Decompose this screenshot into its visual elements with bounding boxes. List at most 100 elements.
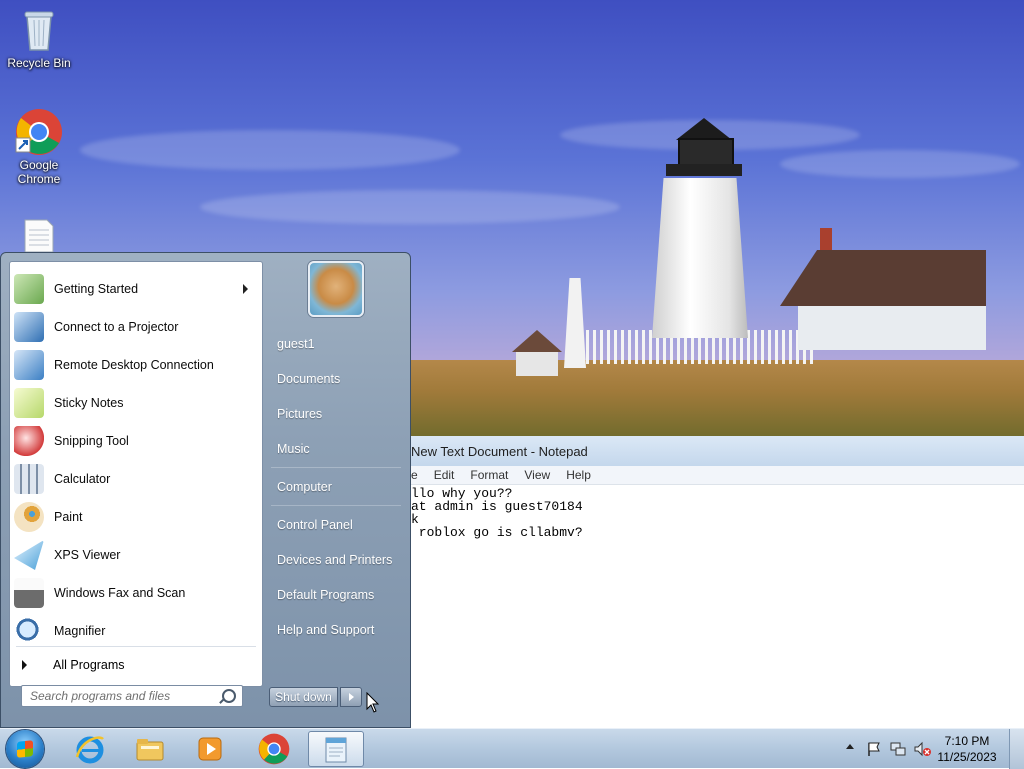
all-programs-label: All Programs — [53, 658, 125, 672]
network-icon[interactable] — [890, 741, 906, 757]
program-label: Sticky Notes — [54, 396, 124, 410]
program-xps-viewer[interactable]: XPS Viewer — [12, 537, 260, 573]
help-and-support-link[interactable]: Help and Support — [277, 623, 374, 637]
program-remote-desktop-connection[interactable]: Remote Desktop Connection — [12, 347, 260, 383]
program-label: Connect to a Projector — [54, 320, 179, 334]
show-desktop-button[interactable] — [1009, 729, 1024, 769]
xps-viewer-icon — [14, 540, 44, 570]
chrome-icon — [258, 733, 290, 765]
remote-desktop-icon — [14, 350, 44, 380]
documents-link[interactable]: Documents — [277, 372, 340, 386]
start-button[interactable] — [6, 730, 44, 768]
scissors-icon — [14, 426, 44, 456]
notepad-window[interactable]: New Text Document - Notepad e Edit Format V… — [410, 436, 1024, 728]
desktop-icon-recycle-bin[interactable]: Recycle Bin — [1, 6, 77, 70]
program-label: Snipping Tool — [54, 434, 129, 448]
show-hidden-icons-button[interactable] — [846, 744, 854, 749]
desktop-icon-label: Google Chrome — [17, 158, 61, 186]
program-magnifier[interactable]: Magnifier — [12, 613, 260, 649]
cloud — [80, 130, 460, 170]
program-label: Calculator — [54, 472, 111, 486]
menu-format[interactable]: Format — [470, 466, 508, 484]
program-calculator[interactable]: Calculator — [12, 461, 260, 497]
menu-help[interactable]: Help — [566, 466, 591, 484]
paint-palette-icon — [14, 502, 44, 532]
clock-time: 7:10 PM — [944, 734, 990, 748]
clock-date: 11/25/2023 — [937, 750, 997, 764]
program-label: Windows Fax and Scan — [54, 586, 186, 600]
notepad-menu-bar: e Edit Format View Help — [411, 466, 1024, 485]
taskbar-google-chrome[interactable] — [246, 731, 302, 767]
divider — [16, 646, 256, 647]
programs-pane: Getting Started Connect to a Projector R… — [9, 261, 263, 687]
lighthouse-tower — [652, 178, 748, 338]
computer-link[interactable]: Computer — [277, 480, 332, 494]
action-center-flag-icon[interactable] — [866, 741, 882, 757]
taskbar: 7:10 PM 11/25/2023 — [0, 728, 1024, 769]
notepad-icon — [325, 737, 347, 763]
pictures-link[interactable]: Pictures — [277, 407, 322, 421]
program-paint[interactable]: Paint — [12, 499, 260, 535]
calculator-icon — [14, 464, 44, 494]
notepad-text-area[interactable]: llo why you?? at admin is guest70184 k rob… — [411, 485, 1024, 539]
lighthouse-lantern — [666, 118, 742, 184]
control-panel-link[interactable]: Control Panel — [277, 518, 353, 532]
desktop-icon-label: Recycle Bin — [7, 56, 71, 70]
shut-down-options-button[interactable] — [340, 687, 362, 707]
divider — [271, 505, 401, 506]
divider — [271, 467, 401, 468]
sticky-notes-icon — [14, 388, 44, 418]
desktop-icon-google-chrome[interactable]: Google Chrome — [1, 108, 77, 186]
file-explorer-icon — [136, 739, 164, 761]
windows-logo-icon — [17, 740, 33, 758]
all-programs-button[interactable]: All Programs — [18, 651, 254, 679]
program-label: Magnifier — [54, 624, 106, 638]
default-programs-link[interactable]: Default Programs — [277, 588, 374, 602]
magnifier-icon — [14, 616, 44, 646]
expand-arrow-icon — [22, 660, 27, 670]
grass-field — [400, 360, 1024, 440]
music-link[interactable]: Music — [277, 442, 310, 456]
shed — [512, 330, 562, 376]
text-line: at admin is guest70184 — [411, 499, 583, 514]
notepad-title-bar[interactable]: New Text Document - Notepad — [411, 436, 1024, 466]
program-label: Remote Desktop Connection — [54, 358, 214, 372]
shut-down-button[interactable]: Shut down — [269, 687, 338, 707]
taskbar-file-explorer[interactable] — [122, 731, 178, 767]
program-label: Paint — [54, 510, 83, 524]
taskbar-internet-explorer[interactable] — [62, 731, 118, 767]
recycle-bin-icon — [15, 6, 63, 54]
projector-icon — [14, 312, 44, 342]
window-title: New Text Document - Notepad — [411, 444, 588, 459]
menu-edit[interactable]: Edit — [434, 466, 455, 484]
program-windows-fax-and-scan[interactable]: Windows Fax and Scan — [12, 575, 260, 611]
user-folder-link[interactable]: guest1 — [277, 337, 315, 351]
program-getting-started[interactable]: Getting Started — [12, 271, 260, 307]
user-avatar[interactable] — [308, 261, 364, 317]
menu-view[interactable]: View — [524, 466, 550, 484]
start-menu: Getting Started Connect to a Projector R… — [0, 252, 411, 728]
program-snipping-tool[interactable]: Snipping Tool — [12, 423, 260, 459]
cloud — [780, 150, 1020, 178]
system-clock[interactable]: 7:10 PM 11/25/2023 — [932, 733, 1002, 765]
program-connect-to-a-projector[interactable]: Connect to a Projector — [12, 309, 260, 345]
submenu-arrow-icon — [243, 284, 248, 294]
text-line: roblox go is cllabmv? — [411, 525, 583, 540]
volume-muted-icon[interactable] — [914, 741, 932, 757]
program-sticky-notes[interactable]: Sticky Notes — [12, 385, 260, 421]
taskbar-notepad[interactable] — [308, 731, 364, 767]
cloud — [200, 190, 620, 224]
program-label: Getting Started — [54, 282, 139, 296]
taskbar-media-player[interactable] — [182, 731, 238, 767]
bell-tower — [564, 278, 586, 368]
devices-and-printers-link[interactable]: Devices and Printers — [277, 553, 392, 567]
search-programs-input[interactable]: Search programs and files — [21, 685, 243, 707]
menu-file[interactable]: e — [411, 466, 418, 484]
program-label: XPS Viewer — [54, 548, 121, 562]
chrome-icon — [15, 108, 63, 156]
getting-started-icon — [14, 274, 44, 304]
media-player-icon — [198, 737, 222, 761]
internet-explorer-icon — [75, 736, 104, 764]
search-icon[interactable] — [222, 689, 236, 703]
fax-icon — [14, 578, 44, 608]
